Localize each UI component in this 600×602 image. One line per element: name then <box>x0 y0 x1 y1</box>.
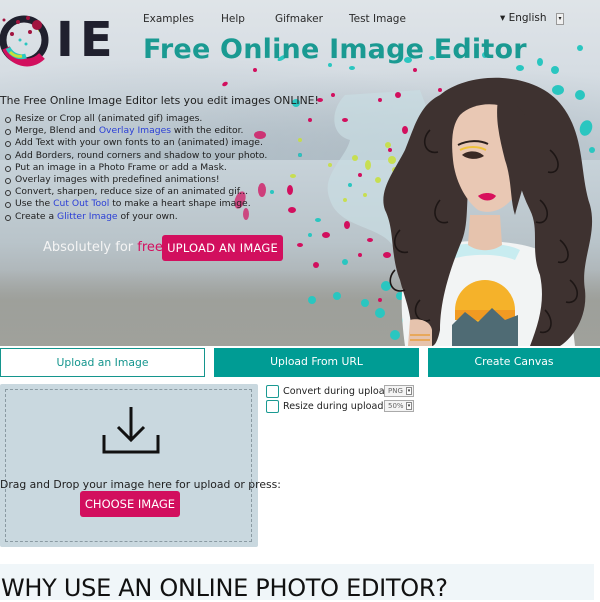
feature-item: Overlay images with predefined animation… <box>4 174 267 186</box>
feature-item: Add Borders, round corners and shadow to… <box>4 150 267 162</box>
language-dropdown-button[interactable]: ▾ <box>556 13 564 25</box>
page-title: Free Online Image Editor <box>143 34 527 65</box>
download-arrow-icon <box>102 407 160 454</box>
upload-tabs: Upload an Image Upload From URL Create C… <box>0 348 600 377</box>
intro-text: The Free Online Image Editor lets you ed… <box>0 94 319 107</box>
glitter-image-link[interactable]: Glitter Image <box>57 211 118 222</box>
nav-help[interactable]: Help <box>221 13 245 25</box>
upload-an-image-button[interactable]: UPLOAD AN IMAGE <box>162 235 283 261</box>
feature-item: Create a Glitter Image of your own. <box>4 211 267 223</box>
tab-upload-image[interactable]: Upload an Image <box>0 348 205 377</box>
feature-item: Put an image in a Photo Frame or add a M… <box>4 162 267 174</box>
nav-examples[interactable]: Examples <box>143 13 194 25</box>
feature-item: Resize or Crop all (animated gif) images… <box>4 113 267 125</box>
resize-label: Resize during upload <box>283 401 384 412</box>
feature-item: Use the Cut Out Tool to make a heart sha… <box>4 198 267 210</box>
nav-gifmaker[interactable]: Gifmaker <box>275 13 323 25</box>
nav-test-image[interactable]: Test Image <box>349 13 406 25</box>
tab-create-canvas[interactable]: Create Canvas <box>428 348 600 377</box>
feature-list: Resize or Crop all (animated gif) images… <box>4 113 267 223</box>
convert-label: Convert during upload <box>283 386 391 397</box>
feature-item: Add Text with your own fonts to an (anim… <box>4 137 267 149</box>
language-select[interactable]: ▾ English <box>500 12 547 24</box>
feature-item: Merge, Blend and Overlay Images with the… <box>4 125 267 137</box>
cut-out-tool-link[interactable]: Cut Out Tool <box>53 198 109 209</box>
resize-checkbox[interactable] <box>266 400 279 413</box>
background-mist <box>0 270 600 346</box>
why-heading: WHY USE AN ONLINE PHOTO EDITOR? <box>1 574 448 602</box>
chevron-down-icon: ▾ <box>406 402 412 410</box>
why-section: WHY USE AN ONLINE PHOTO EDITOR? <box>0 564 594 602</box>
convert-format-select[interactable]: PNG ▾ <box>384 385 414 397</box>
drop-instructions: Drag and Drop your image here for upload… <box>0 478 281 491</box>
convert-checkbox[interactable] <box>266 385 279 398</box>
choose-image-button[interactable]: CHOOSE IMAGE <box>80 491 180 517</box>
overlay-images-link[interactable]: Overlay Images <box>99 125 171 136</box>
resize-percent-select[interactable]: 50% ▾ <box>384 400 414 412</box>
tab-upload-from-url[interactable]: Upload From URL <box>214 348 419 377</box>
feature-item: Convert, sharpen, reduce size of an anim… <box>4 186 267 198</box>
free-word: free <box>137 240 163 255</box>
free-tagline: Absolutely for free <box>43 240 163 255</box>
hero-banner: IE Examples Help Gifmaker Test Image ▾ E… <box>0 0 600 346</box>
chevron-down-icon: ▾ <box>406 387 412 395</box>
